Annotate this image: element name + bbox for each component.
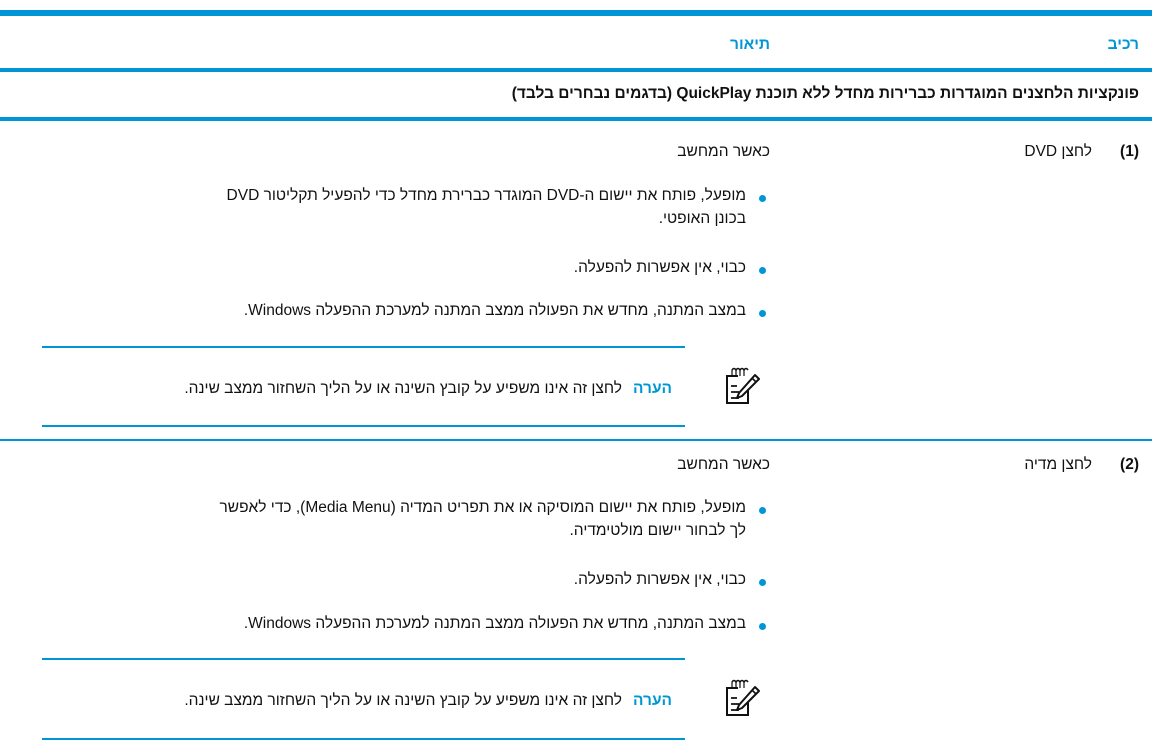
section-title: פונקציות הלחצנים המוגדרות כברירות מחדל ל… [511, 85, 1139, 102]
note-bottom-rule [42, 425, 685, 427]
bullet-text: במצב המתנה, מחדש את הפעולה ממצב המתנה למ… [243, 302, 746, 319]
bullet-dot [759, 579, 766, 586]
component-name: לחצן מדיה [1024, 456, 1092, 473]
description-intro: כאשר המחשב [677, 456, 770, 473]
bullet-text: במצב המתנה, מחדש את הפעולה ממצב המתנה למ… [243, 615, 746, 632]
bullet-text-continued: בכונן האופטי. [658, 210, 746, 227]
bullet-dot [759, 310, 766, 317]
note-text: לחצן זה אינו משפיע על קובץ השינה או על ה… [184, 692, 622, 709]
bullet-dot [759, 267, 766, 274]
note-bottom-rule [42, 738, 685, 740]
bullet-dot [759, 623, 766, 630]
header-description: תיאור [730, 36, 770, 53]
row-number: (1) [1120, 143, 1139, 160]
note-pencil-icon [726, 367, 760, 404]
note-top-rule [42, 346, 685, 348]
bullet-dot [759, 507, 766, 514]
note-pencil-icon [726, 679, 760, 716]
bullet-text: כבוי, אין אפשרות להפעלה. [573, 259, 746, 276]
bullet-text: מופעל, פותח את יישום המוסיקה או את תפריט… [219, 499, 747, 516]
component-name: לחצן DVD [1024, 143, 1092, 160]
row-number: (2) [1120, 456, 1139, 473]
note-label: הערה [633, 380, 672, 397]
header-component: רכיב [1107, 36, 1139, 53]
note-text: לחצן זה אינו משפיע על קובץ השינה או על ה… [184, 380, 622, 397]
section-rule [0, 117, 1152, 121]
header-rule [0, 68, 1152, 72]
note-top-rule [42, 658, 685, 660]
top-rule [0, 10, 1152, 16]
bullet-text: מופעל, פותח את יישום ה-DVD המוגדר כברירת… [226, 187, 746, 204]
bullet-text-continued: לך לבחור יישום מולטימדיה. [569, 522, 747, 539]
description-intro: כאשר המחשב [677, 143, 770, 160]
bullet-text: כבוי, אין אפשרות להפעלה. [573, 571, 746, 588]
note-label: הערה [633, 692, 672, 709]
row-divider [0, 439, 1152, 441]
bullet-dot [759, 195, 766, 202]
